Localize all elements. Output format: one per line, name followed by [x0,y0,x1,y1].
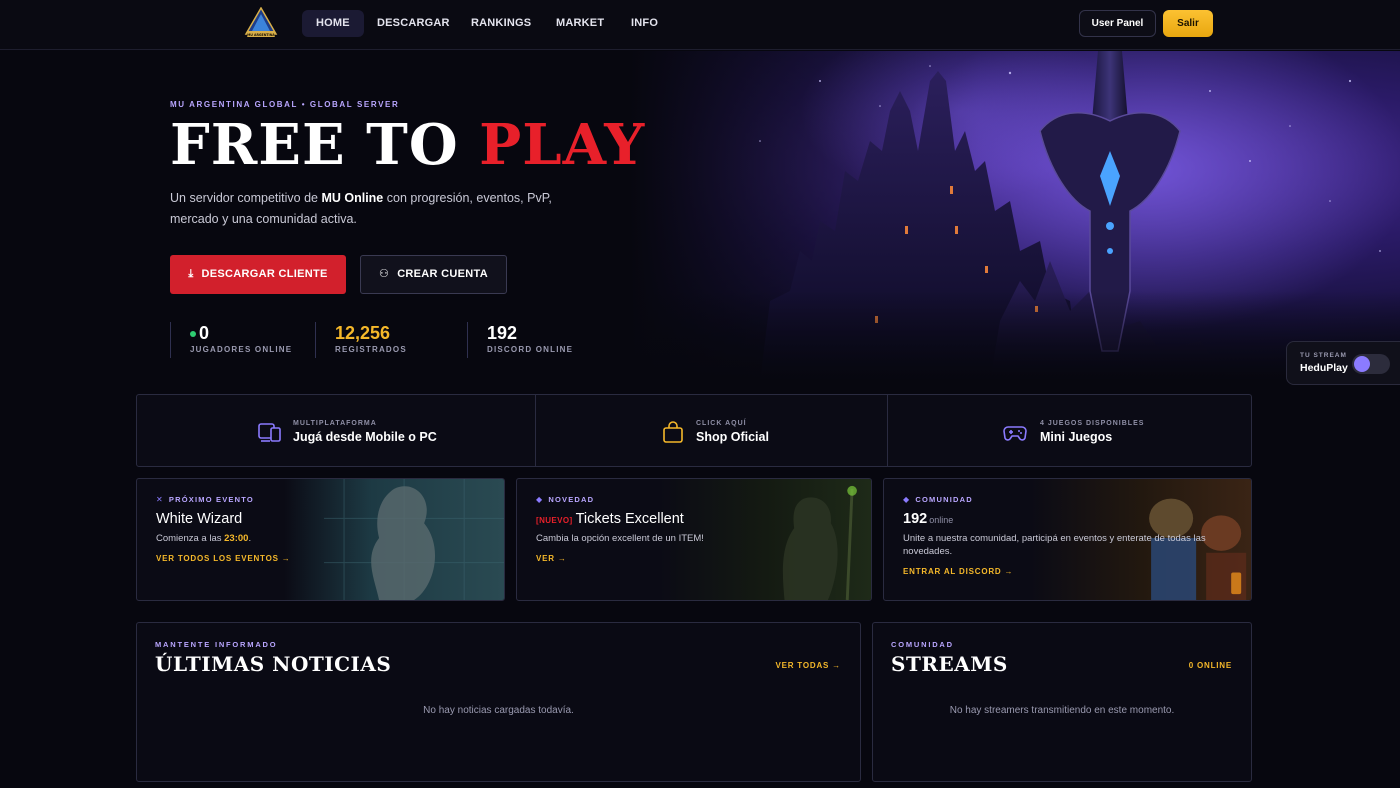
download-client-label: DESCARGAR CLIENTE [201,268,328,280]
join-discord-link[interactable]: ENTRAR AL DISCORD → [903,567,1223,576]
download-client-button[interactable]: ⤓ DESCARGAR CLIENTE [170,255,346,294]
nav-item-market[interactable]: MARKET [542,10,618,37]
event-card-text-pre: Comienza a las [156,533,225,544]
streams-panel-eyebrow: COMUNIDAD [891,640,954,649]
add-user-icon: ⚇ [379,268,390,280]
diamond-icon: ◆ [903,495,911,504]
feature-minigames[interactable]: 4 JUEGOS DISPONIBLES Mini Juegos [887,395,1251,466]
feature-multiplatform[interactable]: MULTIPLATAFORMA Jugá desde Mobile o PC [137,395,535,466]
news-card[interactable]: ◆ NOVEDAD [NUEVO] Tickets Excellent Cambia… [516,478,872,601]
event-card-tag: ✕ PRÓXIMO EVENTO [156,495,291,504]
news-card-content: ◆ NOVEDAD [NUEVO] Tickets Excellent Cambia… [536,495,704,563]
feature-shop-big: Shop Oficial [696,430,769,444]
community-online-count: 192 [903,511,928,527]
streams-online-count: 0 ONLINE [1188,661,1232,670]
hero-title-accent: PLAY [479,112,646,178]
event-card-content: ✕ PRÓXIMO EVENTO White Wizard Comienza a … [156,495,291,563]
event-card-text: Comienza a las 23:00. [156,532,291,545]
news-empty-message: No hay noticias cargadas todavía. [423,705,574,716]
logo-text: MU ARGENTINA [247,33,275,37]
user-panel-button[interactable]: User Panel [1079,10,1156,37]
streams-panel-title: STREAMS [891,652,1008,676]
gamepad-icon [1003,426,1027,441]
community-card-content: ◆ COMUNIDAD 192 online Unite a nuestra com… [903,495,1223,576]
community-card-title: 192 online [903,511,1223,527]
feature-minigames-small: 4 JUEGOS DISPONIBLES [1040,420,1145,427]
hero-desc-bold: MU Online [321,191,384,205]
devices-icon [258,423,281,442]
create-account-label: CREAR CUENTA [397,268,488,280]
feature-multiplatform-big: Jugá desde Mobile o PC [293,430,437,444]
nav-item-descargar[interactable]: DESCARGAR [363,10,464,37]
news-card-title-text: Tickets Excellent [575,511,684,527]
news-card-title: [NUEVO] Tickets Excellent [536,511,704,527]
news-panel-title: ÚLTIMAS NOTICIAS [155,652,392,676]
stream-widget: TU STREAM HeduPlay [1286,341,1400,385]
streams-empty-message: No hay streamers transmitiendo en este m… [949,705,1175,716]
event-card-title: White Wizard [156,511,243,527]
crossed-swords-icon: ✕ [156,495,164,504]
stat-players-value: 0 [199,323,210,343]
logout-button[interactable]: Salir [1163,10,1213,37]
nav-item-rankings[interactable]: RANKINGS [457,10,545,37]
feature-minigames-big: Mini Juegos [1040,430,1113,444]
community-card[interactable]: ◆ COMUNIDAD 192 online Unite a nuestra com… [883,478,1252,601]
hero-title: FREE TO PLAY [170,112,645,178]
online-status-dot [190,331,196,338]
stream-widget-name: HeduPlay [1300,362,1348,374]
stat-registered-label: REGISTRADOS [335,345,407,354]
download-icon: ⤓ [188,268,194,280]
latest-news-panel: MANTENTE INFORMADO ÚLTIMAS NOTICIAS VER … [136,622,861,782]
stat-players-label: JUGADORES ONLINE [190,345,293,354]
new-badge: [NUEVO] [536,516,573,525]
feature-strip: MULTIPLATAFORMA Jugá desde Mobile o PC C… [136,394,1252,467]
event-card[interactable]: ✕ PRÓXIMO EVENTO White Wizard Comienza a … [136,478,505,601]
news-card-text: Cambia la opción excellent de un ITEM! [536,533,704,544]
stat-discord-label: DISCORD ONLINE [487,345,574,354]
hero-title-main: FREE TO [170,112,480,178]
community-card-text: Unite a nuestra comunidad, participá en … [903,533,1206,557]
stream-toggle-knob [1354,356,1370,372]
hero-description: Un servidor competitivo de MU Online con… [170,188,600,230]
stat-discord-online: 192 DISCORD ONLINE [467,322,573,358]
feature-multiplatform-small: MULTIPLATAFORMA [293,420,377,427]
news-card-tag: ◆ NOVEDAD [536,495,704,504]
view-all-news-link[interactable]: VER TODAS → [775,661,841,670]
community-online-suffix: online [929,515,954,525]
top-navbar: MU ARGENTINA HOME DESCARGAR RANKINGS MAR… [0,0,1400,50]
event-card-tag-label: PRÓXIMO EVENTO [168,495,254,504]
news-panel-eyebrow: MANTENTE INFORMADO [155,640,278,649]
community-card-tag-label: COMUNIDAD [915,495,973,504]
create-account-button[interactable]: ⚇ CREAR CUENTA [360,255,507,294]
hero-desc-pre: Un servidor competitivo de [170,191,322,205]
stat-discord-value: 192 [487,323,518,343]
feature-shop-small: CLICK AQUÍ [696,420,747,427]
feature-shop[interactable]: CLICK AQUÍ Shop Oficial [535,395,887,466]
streams-panel: COMUNIDAD STREAMS 0 ONLINE No hay stream… [872,622,1252,782]
event-card-artwork [283,479,504,600]
stat-registered-value: 12,256 [335,323,391,343]
shopping-bag-icon [663,421,683,443]
nav-item-info[interactable]: INFO [617,10,672,37]
diamond-icon: ◆ [536,495,544,504]
nav-item-home[interactable]: HOME [302,10,364,37]
hero-eyebrow: MU ARGENTINA GLOBAL • GLOBAL SERVER [170,100,400,109]
news-card-link[interactable]: VER → [536,554,704,563]
view-all-events-link[interactable]: VER TODOS LOS EVENTOS → [156,554,291,563]
event-card-text-post: . [248,533,252,544]
community-card-tag: ◆ COMUNIDAD [903,495,1223,504]
news-card-tag-label: NOVEDAD [548,495,595,504]
event-card-time: 23:00 [224,533,249,544]
stream-widget-label: TU STREAM [1300,352,1347,359]
stream-toggle[interactable] [1352,354,1390,374]
stat-registered: 12,256 REGISTRADOS [315,322,407,358]
stat-players-online: 0 JUGADORES ONLINE [170,322,292,358]
logo-icon[interactable]: MU ARGENTINA [243,7,279,39]
